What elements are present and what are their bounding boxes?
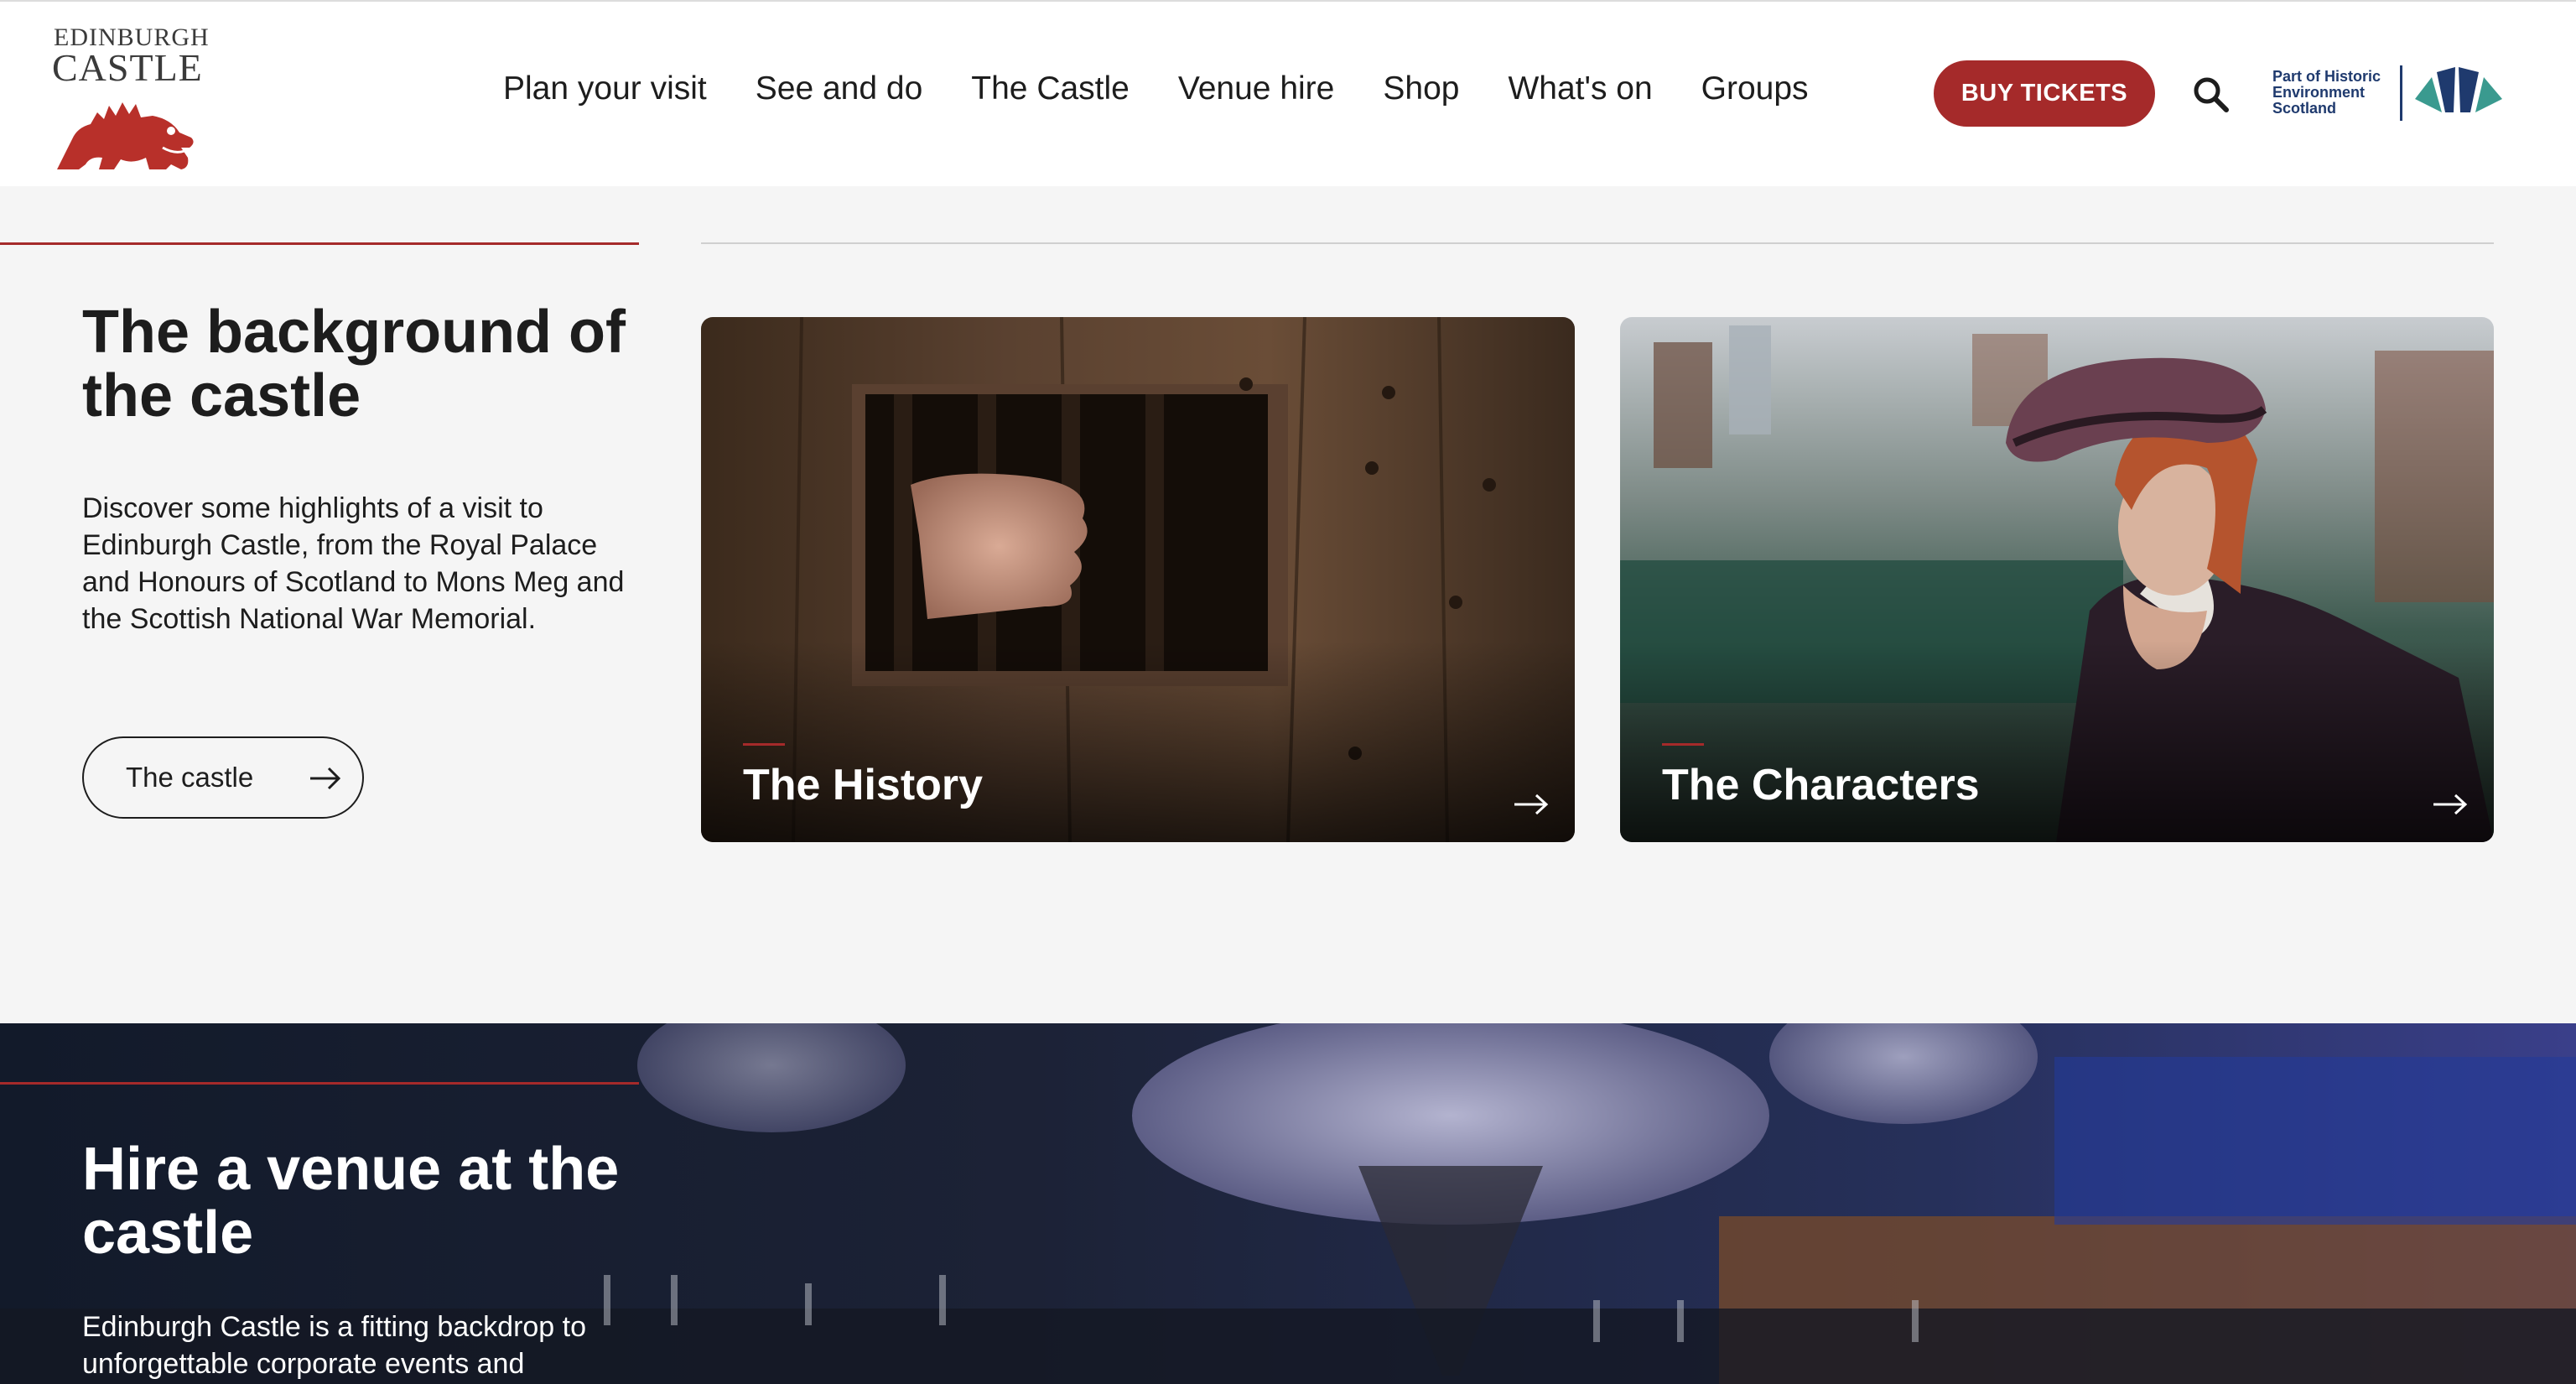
section-divider bbox=[701, 242, 2494, 244]
edinburgh-castle-logo[interactable]: EDINBURGH CASTLE bbox=[49, 23, 209, 174]
card-title: The Characters bbox=[1662, 761, 1980, 809]
card-gradient bbox=[1620, 641, 2494, 842]
historic-environment-scotland-logo[interactable]: Part of Historic Environment Scotland bbox=[2272, 64, 2507, 122]
nav-plan-your-visit[interactable]: Plan your visit bbox=[503, 70, 707, 107]
buy-tickets-button[interactable]: BUY TICKETS bbox=[1934, 60, 2155, 127]
card-gradient bbox=[701, 641, 1575, 842]
section-title: The background of the castle bbox=[82, 299, 626, 429]
partner-text: Part of Historic Environment Scotland bbox=[2272, 68, 2381, 117]
section-description: Discover some highlights of a visit to E… bbox=[82, 492, 625, 635]
lion-icon bbox=[57, 102, 194, 169]
arrow-right-icon bbox=[310, 767, 341, 790]
nav-whats-on[interactable]: What's on bbox=[1508, 70, 1652, 107]
nav-shop[interactable]: Shop bbox=[1383, 70, 1459, 107]
nav-see-and-do[interactable]: See and do bbox=[756, 70, 923, 107]
card-the-history[interactable]: The History bbox=[701, 317, 1575, 842]
venue-section-title: Hire a venue at the castle bbox=[82, 1136, 620, 1267]
section-accent-line bbox=[0, 1082, 639, 1085]
card-accent-line bbox=[743, 743, 785, 746]
nav-the-castle[interactable]: The Castle bbox=[971, 70, 1130, 107]
partner-divider bbox=[2400, 65, 2402, 121]
venue-section-description: Edinburgh Castle is a fitting backdrop t… bbox=[82, 1311, 587, 1380]
site-header: EDINBURGH CASTLE Plan your visit See and… bbox=[0, 0, 2576, 186]
hes-logo-icon bbox=[2415, 67, 2502, 112]
main-nav: Plan your visit See and do The Castle Ve… bbox=[503, 70, 1809, 107]
section-accent-line bbox=[0, 242, 639, 245]
card-accent-line bbox=[1662, 743, 1704, 746]
search-icon[interactable] bbox=[2190, 74, 2231, 114]
venue-hire-section: Hire a venue at the castle Edinburgh Cas… bbox=[0, 1023, 2576, 1384]
nav-venue-hire[interactable]: Venue hire bbox=[1178, 70, 1335, 107]
card-title: The History bbox=[743, 761, 984, 809]
the-castle-button-label: The castle bbox=[126, 762, 254, 793]
nav-groups[interactable]: Groups bbox=[1701, 70, 1809, 107]
the-castle-button[interactable]: The castle bbox=[82, 736, 364, 819]
arrow-right-icon bbox=[1514, 793, 1549, 815]
card-the-characters[interactable]: The Characters bbox=[1620, 317, 2494, 842]
logo-text-line2: CASTLE bbox=[52, 46, 203, 89]
arrow-right-icon bbox=[2433, 793, 2468, 815]
